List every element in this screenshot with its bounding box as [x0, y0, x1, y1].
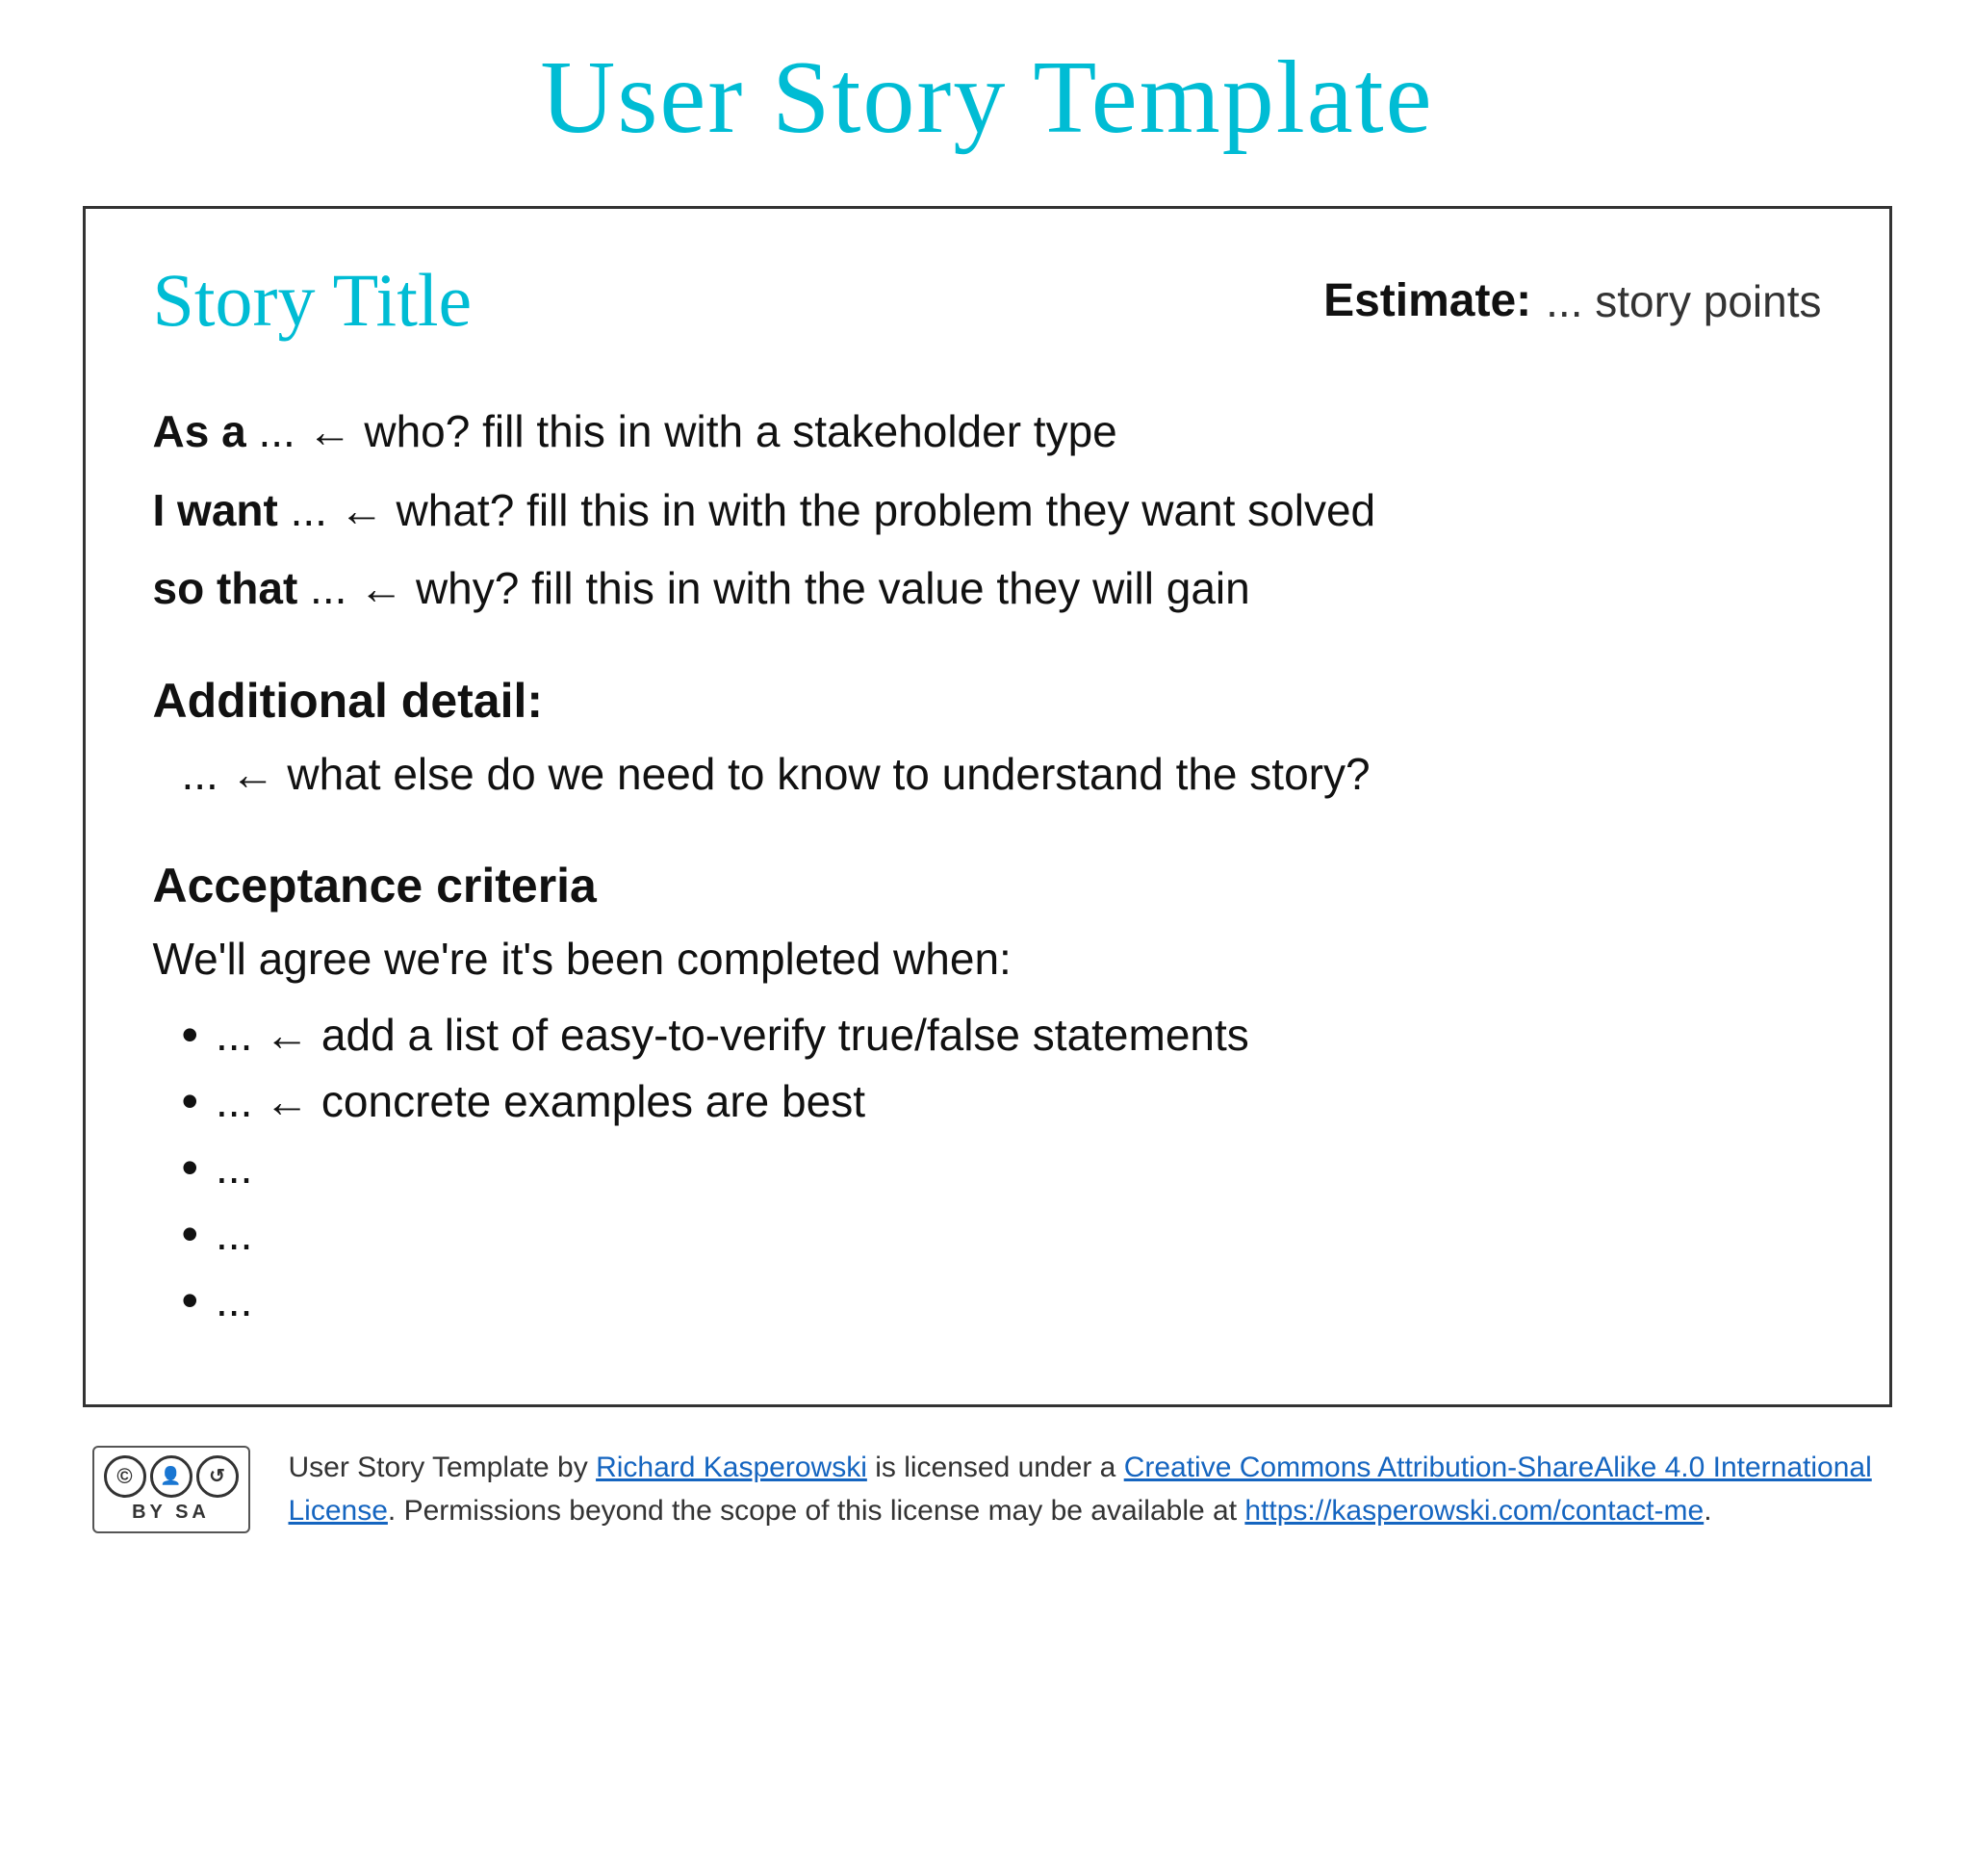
criteria-item: ...: [182, 1274, 1822, 1327]
criteria-list: ... ← add a list of easy-to-verify true/…: [153, 1009, 1822, 1327]
story-card: Story Title Estimate: ... story points A…: [83, 206, 1892, 1407]
author-link[interactable]: Richard Kasperowski: [596, 1452, 867, 1483]
criteria-item: ... ← concrete examples are best: [182, 1075, 1822, 1128]
card-header: Story Title Estimate: ... story points: [153, 257, 1822, 353]
story-lines-section: As a ... ← who? fill this in with a stak…: [153, 397, 1822, 625]
by-icon: 👤: [150, 1455, 192, 1498]
as-a-keyword: As a: [153, 406, 246, 456]
so-that-line: so that ... ← why? fill this in with the…: [153, 553, 1822, 625]
criteria-item: ... ← add a list of easy-to-verify true/…: [182, 1009, 1822, 1062]
acceptance-heading: Acceptance criteria: [153, 858, 1822, 913]
footer-text-part1: User Story Template by: [289, 1452, 597, 1483]
page-title: User Story Template: [540, 39, 1433, 158]
footer-text-part4: .: [1704, 1495, 1711, 1527]
footer-text-part2: is licensed under a: [867, 1452, 1124, 1483]
estimate-section: Estimate: ... story points: [1323, 274, 1821, 327]
estimate-value: ... story points: [1546, 275, 1821, 327]
i-want-line: I want ... ← what? fill this in with the…: [153, 475, 1822, 547]
footer-text-part3: . Permissions beyond the scope of this l…: [388, 1495, 1244, 1527]
cc-icons-row: © 👤 ↺: [104, 1455, 239, 1498]
as-a-text: ... ← who? fill this in with a stakehold…: [246, 406, 1117, 456]
as-a-line: As a ... ← who? fill this in with a stak…: [153, 397, 1822, 468]
footer-text: User Story Template by Richard Kasperows…: [289, 1446, 1883, 1532]
criteria-item: ...: [182, 1208, 1822, 1261]
estimate-label: Estimate:: [1323, 274, 1531, 327]
footer: © 👤 ↺ BY SA User Story Template by Richa…: [83, 1446, 1892, 1533]
cc-badge: © 👤 ↺ BY SA: [92, 1446, 250, 1533]
contact-link[interactable]: https://kasperowski.com/contact-me: [1244, 1495, 1704, 1527]
story-title: Story Title: [153, 257, 473, 344]
cc-icon: ©: [104, 1455, 146, 1498]
cc-labels: BY SA: [132, 1502, 210, 1524]
sa-icon: ↺: [196, 1455, 239, 1498]
acceptance-intro: We'll agree we're it's been completed wh…: [153, 933, 1822, 985]
additional-detail-heading: Additional detail:: [153, 673, 1822, 729]
so-that-text: ... ← why? fill this in with the value t…: [297, 563, 1249, 613]
acceptance-section: Acceptance criteria We'll agree we're it…: [153, 858, 1822, 1327]
i-want-text: ... ← what? fill this in with the proble…: [278, 485, 1375, 535]
i-want-keyword: I want: [153, 485, 278, 535]
so-that-keyword: so that: [153, 563, 298, 613]
additional-detail-section: Additional detail: ... ← what else do we…: [153, 673, 1822, 800]
additional-detail-text: ... ← what else do we need to know to un…: [153, 748, 1822, 800]
criteria-item: ...: [182, 1142, 1822, 1195]
